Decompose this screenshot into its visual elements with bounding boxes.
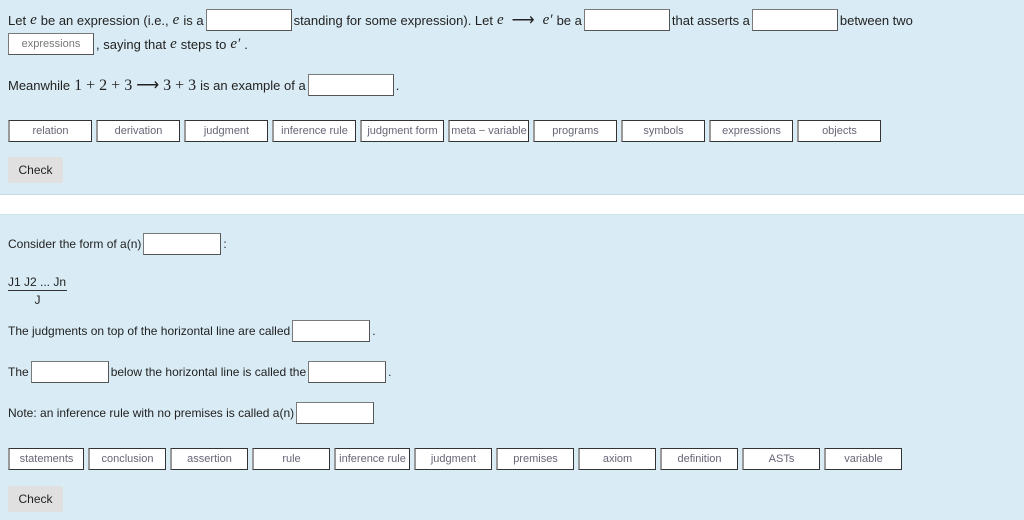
rule-conclusion: J (34, 293, 41, 307)
question-4: Note: an inference rule with no premises… (8, 402, 376, 424)
blank-8[interactable] (30, 361, 109, 383)
check-button-1[interactable]: Check (8, 157, 63, 183)
option-chip[interactable]: judgment form (360, 120, 444, 142)
text: The judgments on top of the horizontal l… (8, 324, 291, 338)
math-e-prime: e′ (230, 35, 241, 52)
text: : (223, 237, 227, 251)
sentence-1-line-1: Let e be an expression (i.e., e is a sta… (8, 9, 913, 31)
question-2: The judgments on top of the horizontal l… (8, 320, 376, 342)
text: . (372, 324, 376, 338)
blank-1[interactable] (205, 9, 292, 31)
text: Consider the form of a(n) (8, 237, 142, 251)
option-chip[interactable]: assertion (170, 448, 248, 470)
arrow-symbol: ⟶ (511, 12, 535, 29)
blank-4-filled[interactable]: expressions (8, 33, 94, 55)
option-chip[interactable]: programs (533, 120, 617, 142)
text: steps to (180, 36, 227, 52)
blank-3[interactable] (751, 9, 838, 31)
option-chip[interactable]: symbols (621, 120, 705, 142)
question-panel-2: Consider the form of a(n) : J1 J2 ... Jn… (0, 214, 1024, 520)
check-button-2[interactable]: Check (8, 486, 63, 512)
option-chip[interactable]: statements (8, 448, 84, 470)
text: be a (556, 12, 582, 28)
text: . (388, 365, 392, 379)
math-e: e (497, 11, 504, 28)
text: below the horizontal line is called the (110, 365, 307, 379)
text: . (395, 77, 400, 93)
option-chip[interactable]: judgment (184, 120, 268, 142)
option-chip[interactable]: inference rule (272, 120, 356, 142)
question-1: Consider the form of a(n) : (8, 233, 227, 255)
blank-10[interactable] (296, 402, 375, 424)
option-chip[interactable]: inference rule (334, 448, 410, 470)
option-chip[interactable]: definition (660, 448, 738, 470)
text: Note: an inference rule with no premises… (8, 406, 295, 420)
option-chip[interactable]: premises (496, 448, 574, 470)
text: Let (8, 12, 27, 28)
text: that asserts a (671, 12, 750, 28)
math-e: e (170, 35, 177, 52)
option-chip[interactable]: judgment (414, 448, 492, 470)
text: standing for some expression). Let (293, 12, 493, 28)
text: , saying that (96, 36, 167, 52)
math-e: e (172, 11, 180, 28)
math-e: e (30, 11, 37, 28)
option-chip[interactable]: objects (797, 120, 881, 142)
sentence-1-line-2: expressions , saying that e steps to e′ … (8, 33, 248, 55)
text: be an expression (i.e., (40, 12, 169, 28)
blank-7[interactable] (292, 320, 371, 342)
blank-5[interactable] (307, 74, 394, 96)
text: is a (183, 12, 204, 28)
option-chip[interactable]: ASTs (742, 448, 820, 470)
option-chip[interactable]: axiom (578, 448, 656, 470)
option-chip[interactable]: expressions (709, 120, 793, 142)
text: is an example of a (200, 77, 306, 93)
answer-options-2: statements conclusion assertion rule inf… (8, 448, 902, 470)
blank-6[interactable] (143, 233, 222, 255)
math-expression: 1 + 2 + 3 ⟶ 3 + 3 (74, 77, 197, 94)
sentence-2: Meanwhile 1 + 2 + 3 ⟶ 3 + 3 is an exampl… (8, 74, 399, 96)
answer-options-1: relation derivation judgment inference r… (8, 120, 881, 142)
text: between two (839, 12, 913, 28)
inference-rule-figure: J1 J2 ... Jn J (8, 275, 68, 307)
text: The (8, 365, 29, 379)
question-panel-1: Let e be an expression (i.e., e is a sta… (0, 0, 1024, 195)
question-3: The below the horizontal line is called … (8, 361, 391, 383)
option-chip[interactable]: relation (8, 120, 92, 142)
option-chip[interactable]: conclusion (88, 448, 166, 470)
blank-9[interactable] (308, 361, 387, 383)
text: . (244, 36, 248, 52)
option-chip[interactable]: derivation (96, 120, 180, 142)
rule-premises: J1 J2 ... Jn (8, 275, 68, 291)
text: Meanwhile (8, 77, 71, 93)
math-e-prime: e′ (542, 11, 553, 28)
blank-2[interactable] (583, 9, 670, 31)
option-chip[interactable]: rule (252, 448, 330, 470)
option-chip[interactable]: meta − variable (448, 120, 529, 142)
option-chip[interactable]: variable (824, 448, 902, 470)
